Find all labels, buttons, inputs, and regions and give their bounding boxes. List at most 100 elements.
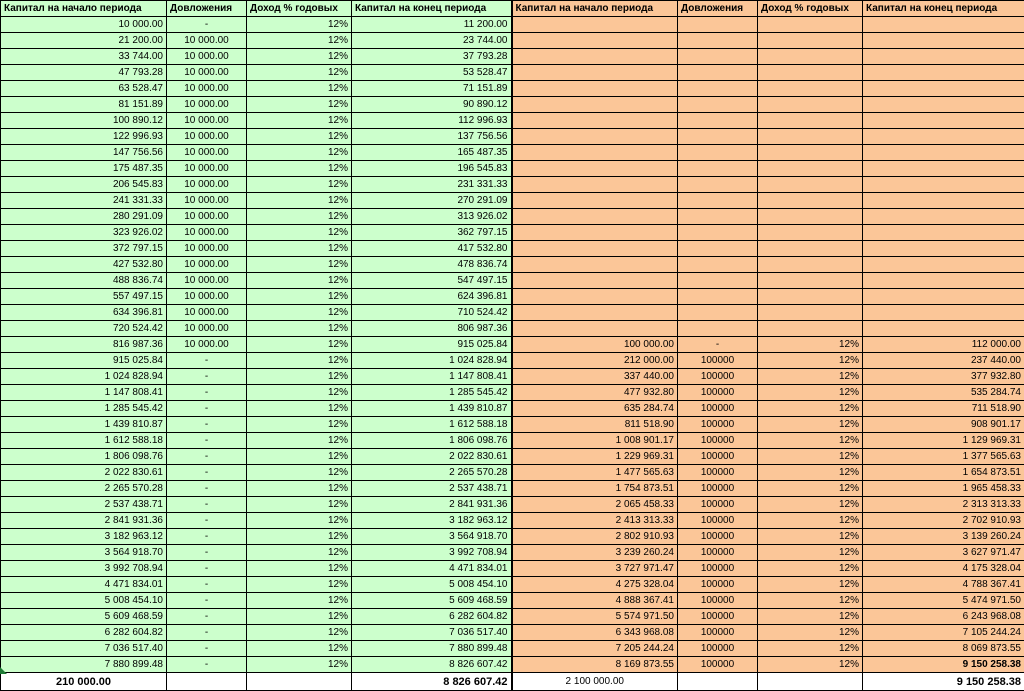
cell-right-col4[interactable] bbox=[863, 273, 1024, 289]
cell-right-col3[interactable]: 12% bbox=[758, 465, 863, 481]
cell-left-col4[interactable]: 1 612 588.18 bbox=[352, 417, 512, 433]
cell-right-col3[interactable]: 12% bbox=[758, 577, 863, 593]
cell-right-col4[interactable]: 4 175 328.04 bbox=[863, 561, 1024, 577]
cell-right-col4[interactable] bbox=[863, 33, 1024, 49]
cell-right-col1[interactable]: 3 727 971.47 bbox=[512, 561, 678, 577]
cell-left-col3[interactable]: 12% bbox=[247, 433, 352, 449]
cell-right-col3[interactable] bbox=[758, 193, 863, 209]
cell-left-col2[interactable]: - bbox=[167, 545, 247, 561]
cell-left-col1[interactable]: 1 024 828.94 bbox=[1, 369, 167, 385]
cell-right-col2[interactable] bbox=[678, 49, 758, 65]
cell-right-col1[interactable] bbox=[512, 193, 678, 209]
cell-left-col1[interactable]: 100 890.12 bbox=[1, 113, 167, 129]
cell-right-col3[interactable] bbox=[758, 321, 863, 337]
cell-right-col4[interactable]: 8 069 873.55 bbox=[863, 641, 1024, 657]
cell-right-col3[interactable] bbox=[758, 177, 863, 193]
cell-right-col4[interactable]: 2 313 313.33 bbox=[863, 497, 1024, 513]
cell-right-col2[interactable]: 100000 bbox=[678, 401, 758, 417]
cell-right-col3[interactable]: 12% bbox=[758, 337, 863, 353]
cell-right-col4[interactable]: 711 518.90 bbox=[863, 401, 1024, 417]
cell-right-col1[interactable] bbox=[512, 305, 678, 321]
cell-left-col3[interactable]: 12% bbox=[247, 481, 352, 497]
cell-left-col3[interactable]: 12% bbox=[247, 65, 352, 81]
cell-left-col1[interactable]: 3 182 963.12 bbox=[1, 529, 167, 545]
cell-left-col3[interactable]: 12% bbox=[247, 545, 352, 561]
cell-right-col1[interactable] bbox=[512, 289, 678, 305]
cell-right-col3[interactable]: 12% bbox=[758, 401, 863, 417]
header-cell[interactable]: Довложения bbox=[678, 1, 758, 17]
cell-right-col1[interactable] bbox=[512, 145, 678, 161]
cell-left-col4[interactable]: 7 036 517.40 bbox=[352, 625, 512, 641]
cell-right-col1[interactable]: 7 205 244.24 bbox=[512, 641, 678, 657]
cell-right-col4[interactable]: 535 284.74 bbox=[863, 385, 1024, 401]
cell-right-col2[interactable]: 100000 bbox=[678, 369, 758, 385]
cell-left-col2[interactable]: 10 000.00 bbox=[167, 257, 247, 273]
cell-left-col2[interactable]: - bbox=[167, 657, 247, 673]
cell-left-col2[interactable]: - bbox=[167, 369, 247, 385]
cell-left-col3[interactable]: 12% bbox=[247, 129, 352, 145]
cell-right-col1[interactable] bbox=[512, 321, 678, 337]
cell-right-col4[interactable]: 1 377 565.63 bbox=[863, 449, 1024, 465]
cell-right-col1[interactable]: 4 888 367.41 bbox=[512, 593, 678, 609]
cell-right-col3[interactable] bbox=[758, 241, 863, 257]
cell-right-col2[interactable]: 100000 bbox=[678, 465, 758, 481]
cell-right-col2[interactable]: 100000 bbox=[678, 641, 758, 657]
cell-left-col3[interactable]: 12% bbox=[247, 369, 352, 385]
cell-left-col3[interactable]: 12% bbox=[247, 497, 352, 513]
cell-left-col3[interactable]: 12% bbox=[247, 177, 352, 193]
cell-left-col3[interactable]: 12% bbox=[247, 49, 352, 65]
cell-left-col4[interactable]: 1 285 545.42 bbox=[352, 385, 512, 401]
cell-left-col1[interactable]: 21 200.00 bbox=[1, 33, 167, 49]
cell-left-col3[interactable]: 12% bbox=[247, 449, 352, 465]
cell-left-col4[interactable]: 6 282 604.82 bbox=[352, 609, 512, 625]
cell-right-col2[interactable] bbox=[678, 65, 758, 81]
cell-left-col4[interactable]: 313 926.02 bbox=[352, 209, 512, 225]
cell-right-col3[interactable]: 12% bbox=[758, 625, 863, 641]
cell-left-col1[interactable]: 241 331.33 bbox=[1, 193, 167, 209]
cell-right-col1[interactable]: 6 343 968.08 bbox=[512, 625, 678, 641]
cell-right-col3[interactable] bbox=[758, 305, 863, 321]
header-cell[interactable]: Капитал на конец периода bbox=[863, 1, 1024, 17]
cell-right-col3[interactable]: 12% bbox=[758, 497, 863, 513]
cell-left-col1[interactable]: 1 612 588.18 bbox=[1, 433, 167, 449]
cell-left-col2[interactable]: - bbox=[167, 513, 247, 529]
cell-right-col4[interactable]: 2 702 910.93 bbox=[863, 513, 1024, 529]
cell-left-col2[interactable]: 10 000.00 bbox=[167, 177, 247, 193]
cell-left-col4[interactable]: 71 151.89 bbox=[352, 81, 512, 97]
cell-right-col1[interactable] bbox=[512, 113, 678, 129]
cell-left-col3[interactable]: 12% bbox=[247, 305, 352, 321]
cell-left-col4[interactable]: 2 537 438.71 bbox=[352, 481, 512, 497]
cell-right-col2[interactable] bbox=[678, 33, 758, 49]
cell-left-col1[interactable]: 488 836.74 bbox=[1, 273, 167, 289]
header-cell[interactable]: Капитал на начало периода bbox=[1, 1, 167, 17]
cell-left-col4[interactable]: 4 471 834.01 bbox=[352, 561, 512, 577]
cell-right-col3[interactable]: 12% bbox=[758, 433, 863, 449]
cell-left-col4[interactable]: 3 182 963.12 bbox=[352, 513, 512, 529]
cell-left-col3[interactable]: 12% bbox=[247, 609, 352, 625]
cell-left-col1[interactable]: 7 036 517.40 bbox=[1, 641, 167, 657]
cell-left-col2[interactable]: - bbox=[167, 481, 247, 497]
cell-right-col3[interactable] bbox=[758, 129, 863, 145]
cell-right-col2[interactable] bbox=[678, 81, 758, 97]
cell-right-col2[interactable] bbox=[678, 97, 758, 113]
cell-left-col1[interactable]: 175 487.35 bbox=[1, 161, 167, 177]
cell-left-col1[interactable]: 372 797.15 bbox=[1, 241, 167, 257]
cell-right-col3[interactable]: 12% bbox=[758, 593, 863, 609]
cell-right-col3[interactable]: 12% bbox=[758, 369, 863, 385]
cell-left-col3[interactable]: 12% bbox=[247, 513, 352, 529]
cell-left-col3[interactable]: 12% bbox=[247, 577, 352, 593]
cell-left-col2[interactable]: 10 000.00 bbox=[167, 209, 247, 225]
cell-right-col4[interactable]: 1 965 458.33 bbox=[863, 481, 1024, 497]
cell-right-col4[interactable]: 6 243 968.08 bbox=[863, 609, 1024, 625]
cell-right-col4[interactable] bbox=[863, 177, 1024, 193]
cell-left-col4[interactable]: 23 744.00 bbox=[352, 33, 512, 49]
cell-right-col2[interactable]: 100000 bbox=[678, 481, 758, 497]
cell-left-col4[interactable]: 478 836.74 bbox=[352, 257, 512, 273]
cell-right-col3[interactable] bbox=[758, 289, 863, 305]
cell-left-col4[interactable]: 1 024 828.94 bbox=[352, 353, 512, 369]
cell-left-col1[interactable]: 816 987.36 bbox=[1, 337, 167, 353]
cell-right-col3[interactable] bbox=[758, 65, 863, 81]
cell-left-col4[interactable]: 137 756.56 bbox=[352, 129, 512, 145]
cell-left-col1[interactable]: 1 285 545.42 bbox=[1, 401, 167, 417]
cell-right-col3[interactable] bbox=[758, 81, 863, 97]
